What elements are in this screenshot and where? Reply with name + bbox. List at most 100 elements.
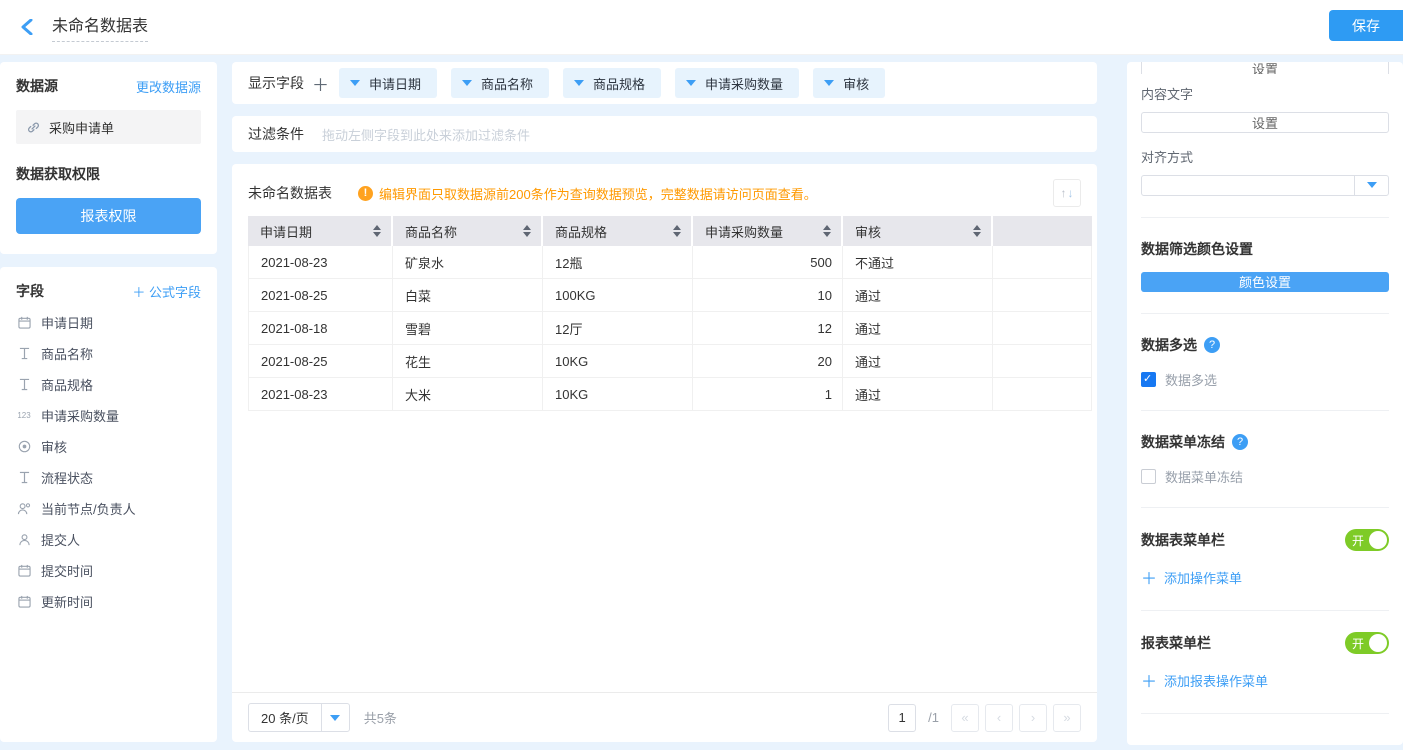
prev-page-button[interactable]: ‹ (985, 704, 1013, 732)
column-header[interactable]: 商品名称 (393, 216, 543, 246)
multi-select-checkbox-row[interactable]: 数据多选 (1141, 370, 1389, 389)
data-access-title: 数据获取权限 (16, 164, 201, 184)
field-item[interactable]: 流程状态 (16, 462, 201, 493)
table-menubar-title: 数据表菜单栏 (1141, 530, 1225, 550)
add-action-menu-link[interactable]: ＋ 添加操作菜单 (1141, 565, 1389, 589)
page-size-dropdown[interactable] (321, 704, 349, 731)
field-item[interactable]: 123 申请采购数量 (16, 400, 201, 431)
field-chip[interactable]: 申请日期 (339, 68, 437, 98)
field-item[interactable]: 商品规格 (16, 369, 201, 400)
report-menubar-toggle[interactable]: 开 (1345, 632, 1389, 654)
change-datasource-link[interactable]: 更改数据源 (136, 77, 201, 96)
add-formula-field-link[interactable]: ＋ 公式字段 (132, 282, 201, 301)
checkbox-checked-icon[interactable] (1141, 372, 1156, 387)
clipped-setting-button[interactable]: 设置 (1141, 62, 1389, 74)
column-header[interactable]: 审核 (843, 216, 993, 246)
content-text-setting-button[interactable]: 设置 (1141, 112, 1389, 133)
back-button[interactable] (16, 16, 38, 38)
align-select-dropdown[interactable] (1354, 176, 1388, 195)
datasource-item[interactable]: 采购申请单 (16, 110, 201, 144)
align-label: 对齐方式 (1141, 147, 1389, 166)
checkbox-unchecked-icon[interactable] (1141, 469, 1156, 484)
add-report-action-menu-link[interactable]: ＋ 添加报表操作菜单 (1141, 668, 1389, 692)
number-icon: 123 (16, 411, 32, 420)
table-row[interactable]: 2021-08-23矿泉水12瓶500不通过 (248, 246, 1092, 279)
main-area: 数据源 更改数据源 采购申请单 数据获取权限 报表权限 字段 ＋ 公式字段 申请… (0, 55, 1403, 750)
table-header-row: 申请日期 商品名称 商品规格 申请采购数量 审核 (248, 216, 1092, 246)
field-item[interactable]: 申请日期 (16, 307, 201, 338)
column-header[interactable]: 申请采购数量 (693, 216, 843, 246)
multi-select-checkbox-label: 数据多选 (1165, 370, 1217, 389)
chevron-down-icon (462, 80, 472, 86)
text-icon (16, 471, 32, 484)
chevron-down-icon (686, 80, 696, 86)
help-icon[interactable] (1232, 434, 1248, 450)
field-item[interactable]: 更新时间 (16, 586, 201, 617)
table-row[interactable]: 2021-08-25花生10KG20通过 (248, 345, 1092, 378)
text-icon (16, 378, 32, 391)
page-size-value: 20 条/页 (249, 708, 321, 727)
total-pages: /1 (928, 710, 939, 725)
table-empty-space (248, 411, 1081, 692)
filter-label: 过滤条件 (248, 124, 304, 144)
table-row[interactable]: 2021-08-25白菜100KG10通过 (248, 279, 1092, 312)
multi-select-title: 数据多选 (1141, 335, 1197, 355)
fields-card: 字段 ＋ 公式字段 申请日期 商品名称 商品规格 123 申请采 (0, 267, 217, 742)
report-permission-button[interactable]: 报表权限 (16, 198, 201, 234)
pagination-bar: 20 条/页 共5条 1 /1 « ‹ › » (232, 692, 1097, 742)
filter-color-title: 数据筛选颜色设置 (1141, 239, 1389, 259)
save-button[interactable]: 保存 (1329, 10, 1403, 41)
field-item[interactable]: 商品名称 (16, 338, 201, 369)
field-chip[interactable]: 商品名称 (451, 68, 549, 98)
field-item[interactable]: 提交时间 (16, 555, 201, 586)
field-item[interactable]: 审核 (16, 431, 201, 462)
field-chip[interactable]: 审核 (813, 68, 885, 98)
last-page-button[interactable]: » (1053, 704, 1081, 732)
display-fields-bar: 显示字段 ＋ 申请日期 商品名称 商品规格 申请采购数量 审核 (232, 62, 1097, 104)
users-icon (16, 502, 32, 515)
first-page-button[interactable]: « (951, 704, 979, 732)
menu-freeze-checkbox-row[interactable]: 数据菜单冻结 (1141, 467, 1389, 486)
table-title: 未命名数据表 (248, 183, 332, 203)
align-select[interactable] (1141, 175, 1389, 196)
field-chip[interactable]: 申请采购数量 (675, 68, 799, 98)
sort-icon[interactable] (523, 225, 531, 237)
color-setting-button[interactable]: 颜色设置 (1141, 272, 1389, 292)
field-chip[interactable]: 商品规格 (563, 68, 661, 98)
sort-icon[interactable] (973, 225, 981, 237)
field-item[interactable]: 提交人 (16, 524, 201, 555)
field-item[interactable]: 当前节点/负责人 (16, 493, 201, 524)
settings-sidebar: 设置 内容文字 设置 对齐方式 数据筛选颜色设置 颜色设置 数据多选 数据多选 (1127, 62, 1403, 742)
display-field-chips: 申请日期 商品名称 商品规格 申请采购数量 审核 (339, 68, 885, 98)
current-page-input[interactable]: 1 (888, 704, 916, 732)
table-menubar-toggle[interactable]: 开 (1345, 529, 1389, 551)
toggle-on-label: 开 (1352, 635, 1364, 652)
sort-icon[interactable] (373, 225, 381, 237)
preview-table: 申请日期 商品名称 商品规格 申请采购数量 审核 2021-08-23矿泉水12… (248, 216, 1092, 411)
divider (1141, 713, 1389, 714)
chevron-down-icon (330, 715, 340, 721)
divider (1141, 507, 1389, 508)
page-size-select[interactable]: 20 条/页 (248, 703, 350, 732)
sort-icon[interactable] (823, 225, 831, 237)
toggle-knob (1369, 531, 1387, 549)
sort-order-button[interactable]: ↑↓ (1053, 179, 1081, 207)
toggle-knob (1369, 634, 1387, 652)
divider (1141, 410, 1389, 411)
help-icon[interactable] (1204, 337, 1220, 353)
add-display-field-icon[interactable]: ＋ (312, 71, 329, 96)
plus-icon: ＋ (1141, 565, 1157, 589)
table-row[interactable]: 2021-08-23大米10KG1通过 (248, 378, 1092, 411)
column-header[interactable]: 商品规格 (543, 216, 693, 246)
warning-icon: ! (358, 186, 373, 201)
sort-icon[interactable] (673, 225, 681, 237)
filter-bar[interactable]: 过滤条件 拖动左侧字段到此处来添加过滤条件 (232, 116, 1097, 152)
chevron-down-icon (574, 80, 584, 86)
next-page-button[interactable]: › (1019, 704, 1047, 732)
table-row[interactable]: 2021-08-18雪碧12厅12通过 (248, 312, 1092, 345)
page-title[interactable]: 未命名数据表 (52, 12, 148, 42)
column-header[interactable]: 申请日期 (248, 216, 393, 246)
clipped-setting-section: 设置 (1141, 62, 1389, 74)
datasource-item-label: 采购申请单 (49, 118, 114, 137)
divider (1141, 610, 1389, 611)
